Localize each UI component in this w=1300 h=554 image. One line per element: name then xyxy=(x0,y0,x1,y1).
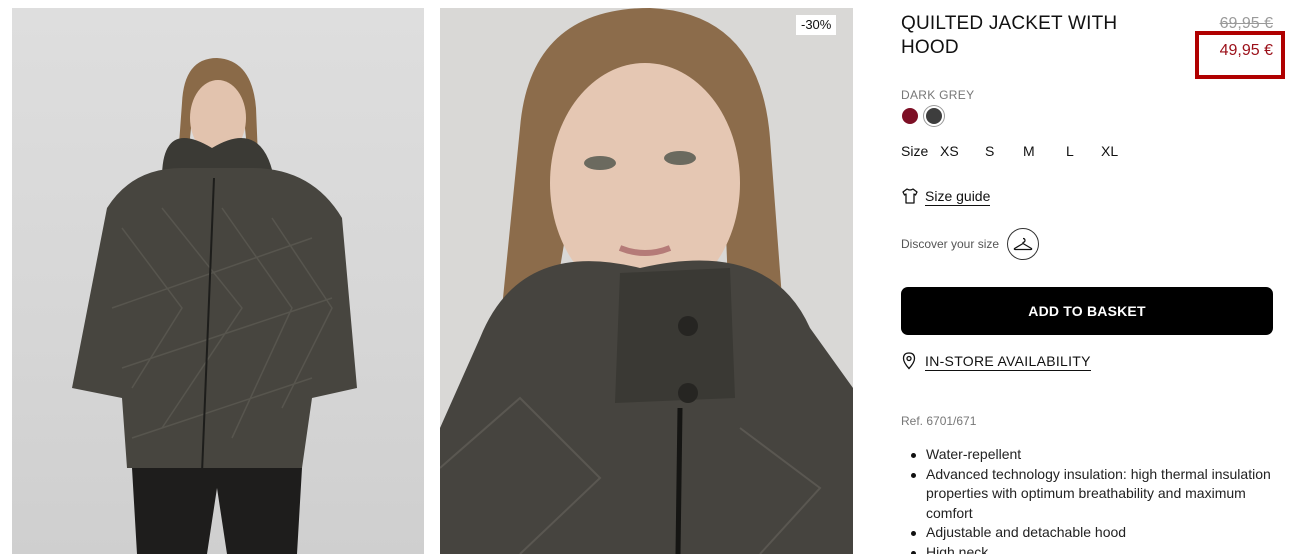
size-label: Size xyxy=(901,143,929,159)
color-swatch-dark-grey[interactable] xyxy=(926,108,942,124)
feature-list: Water-repellent Advanced technology insu… xyxy=(911,445,1273,554)
feature-item: High neck xyxy=(911,543,1273,554)
feature-item: Adjustable and detachable hood xyxy=(911,523,1273,543)
size-option-s[interactable]: S xyxy=(985,143,994,159)
feature-item: Advanced technology insulation: high the… xyxy=(911,465,1273,524)
product-title: QUILTED JACKET WITH HOOD xyxy=(901,13,1118,58)
size-option-xs[interactable]: XS xyxy=(940,143,959,159)
in-store-availability-link[interactable]: IN-STORE AVAILABILITY xyxy=(901,350,1091,372)
product-image-full-body[interactable] xyxy=(12,8,424,554)
model-close-up-illustration xyxy=(440,8,853,554)
feature-item: Water-repellent xyxy=(911,445,1273,465)
size-option-m[interactable]: M xyxy=(1023,143,1035,159)
product-reference: Ref. 6701/671 xyxy=(901,414,977,428)
model-full-body-illustration xyxy=(72,58,357,554)
discount-badge: -30% xyxy=(796,15,837,35)
add-to-basket-button[interactable]: ADD TO BASKET xyxy=(901,287,1273,335)
sale-price: 49,95 € xyxy=(1219,42,1273,59)
size-guide-label: Size guide xyxy=(925,187,991,206)
size-option-l[interactable]: L xyxy=(1066,143,1074,159)
size-option-xl[interactable]: XL xyxy=(1101,143,1118,159)
in-store-label: IN-STORE AVAILABILITY xyxy=(925,352,1091,371)
discover-your-size[interactable]: Discover your size xyxy=(901,228,1040,260)
discover-size-label: Discover your size xyxy=(901,237,1000,251)
location-pin-icon xyxy=(902,352,916,370)
color-swatch-burgundy[interactable] xyxy=(902,108,918,124)
product-info-panel: QUILTED JACKET WITH HOOD 69,95 € 49,95 €… xyxy=(901,0,1285,554)
hanger-icon xyxy=(1013,237,1033,251)
product-image-close-up[interactable] xyxy=(440,8,853,554)
size-guide-link[interactable]: Size guide xyxy=(901,185,991,207)
hanger-icon-button[interactable] xyxy=(1007,228,1040,260)
tshirt-icon xyxy=(902,188,918,204)
color-name: DARK GREY xyxy=(901,88,975,102)
